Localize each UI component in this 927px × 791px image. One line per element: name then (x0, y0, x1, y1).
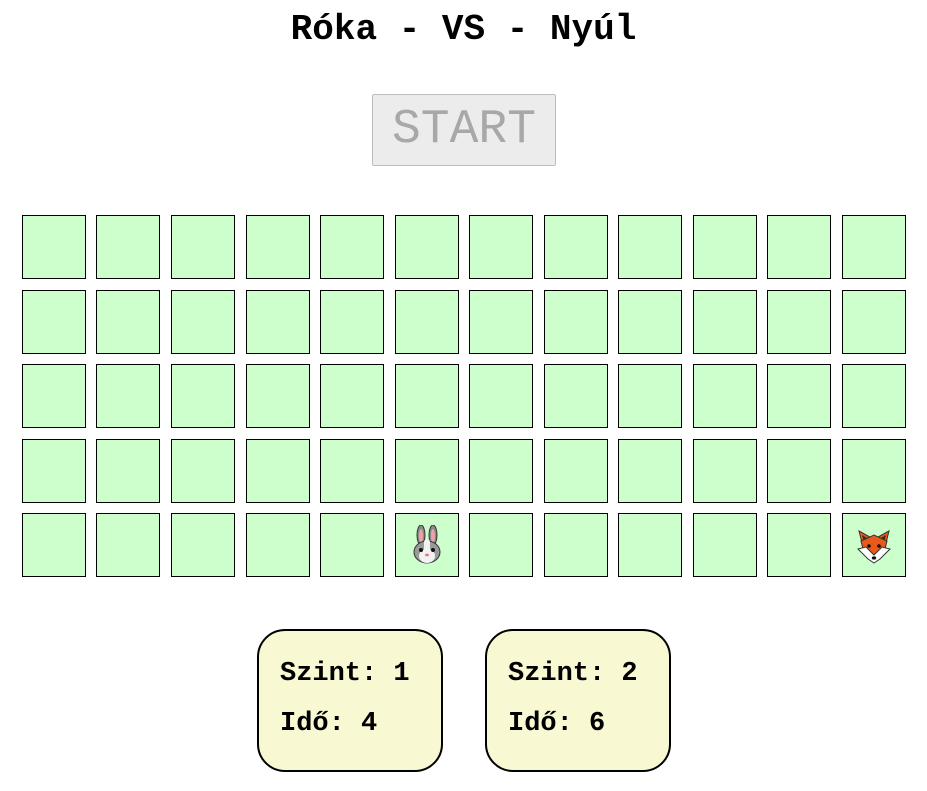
board-cell[interactable] (842, 215, 906, 279)
board-cell[interactable] (469, 364, 533, 428)
board-cell[interactable] (544, 364, 608, 428)
board-cell[interactable] (96, 439, 160, 503)
player-panel-2: Szint: 2 Idő: 6 (485, 629, 671, 772)
board-cell[interactable] (693, 290, 757, 354)
board-cell[interactable] (22, 290, 86, 354)
time-stat: Idő: 4 (280, 709, 377, 739)
board-cell[interactable] (693, 215, 757, 279)
board-cell[interactable] (767, 364, 831, 428)
level-value: 2 (621, 659, 638, 689)
board-cell[interactable] (618, 513, 682, 577)
board-cell[interactable] (96, 364, 160, 428)
board-cell[interactable] (96, 215, 160, 279)
player-panel-1: Szint: 1 Idő: 4 (257, 629, 443, 772)
fox-icon (857, 530, 891, 564)
board-cell[interactable] (842, 439, 906, 503)
board-cell[interactable] (22, 364, 86, 428)
board-cell[interactable] (22, 439, 86, 503)
level-label: Szint: (280, 659, 378, 689)
board-cell[interactable] (395, 215, 459, 279)
rabbit-icon (413, 525, 441, 564)
level-value: 1 (393, 659, 410, 689)
board-cell[interactable] (544, 215, 608, 279)
time-label: Idő: (508, 709, 573, 739)
board-cell[interactable] (320, 513, 384, 577)
board-cell[interactable] (320, 215, 384, 279)
board-cell[interactable] (469, 439, 533, 503)
board-cell[interactable] (767, 215, 831, 279)
board-cell[interactable] (544, 290, 608, 354)
time-stat: Idő: 6 (508, 709, 605, 739)
board-cell[interactable] (246, 290, 310, 354)
board-cell[interactable] (395, 439, 459, 503)
board-cell[interactable] (22, 513, 86, 577)
board-cell[interactable] (842, 290, 906, 354)
board-cell[interactable] (767, 439, 831, 503)
board-cell[interactable] (246, 513, 310, 577)
board-cell[interactable] (618, 439, 682, 503)
board-cell[interactable] (171, 513, 235, 577)
board-cell[interactable] (246, 215, 310, 279)
page-title: Róka - VS - Nyúl (290, 9, 637, 50)
board-cell[interactable] (320, 439, 384, 503)
board-cell[interactable] (842, 364, 906, 428)
level-label: Szint: (508, 659, 606, 689)
board-cell[interactable] (171, 290, 235, 354)
board-cell[interactable] (618, 290, 682, 354)
board-cell[interactable] (618, 215, 682, 279)
board-cell[interactable] (96, 290, 160, 354)
board-cell[interactable] (469, 215, 533, 279)
board-cell-rabbit[interactable] (395, 513, 459, 577)
time-value: 6 (589, 709, 606, 739)
game-board (22, 215, 907, 579)
board-cell[interactable] (171, 215, 235, 279)
board-cell[interactable] (767, 290, 831, 354)
time-label: Idő: (280, 709, 345, 739)
level-stat: Szint: 1 (280, 659, 410, 689)
board-cell-fox[interactable] (842, 513, 906, 577)
board-cell[interactable] (320, 290, 384, 354)
board-cell[interactable] (618, 364, 682, 428)
board-cell[interactable] (246, 364, 310, 428)
board-cell[interactable] (469, 513, 533, 577)
board-cell[interactable] (22, 215, 86, 279)
board-cell[interactable] (246, 439, 310, 503)
board-cell[interactable] (544, 513, 608, 577)
time-value: 4 (361, 709, 378, 739)
board-cell[interactable] (171, 364, 235, 428)
board-cell[interactable] (96, 513, 160, 577)
board-cell[interactable] (469, 290, 533, 354)
board-cell[interactable] (693, 513, 757, 577)
board-cell[interactable] (767, 513, 831, 577)
board-cell[interactable] (171, 439, 235, 503)
board-cell[interactable] (320, 364, 384, 428)
level-stat: Szint: 2 (508, 659, 638, 689)
board-cell[interactable] (544, 439, 608, 503)
board-cell[interactable] (693, 439, 757, 503)
board-cell[interactable] (395, 364, 459, 428)
start-button[interactable]: START (372, 94, 556, 166)
board-cell[interactable] (395, 290, 459, 354)
board-cell[interactable] (693, 364, 757, 428)
